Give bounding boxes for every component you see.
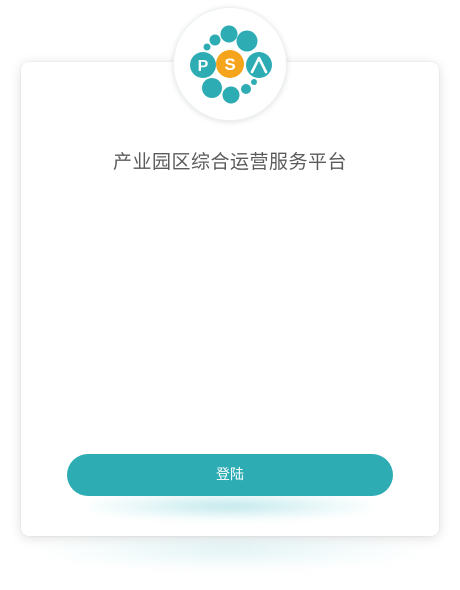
logo-bubble bbox=[241, 84, 251, 94]
psa-logo-graphic: P S bbox=[190, 25, 272, 104]
logo-letter-s: S bbox=[224, 55, 235, 74]
psa-logo: P S bbox=[173, 7, 287, 121]
login-button[interactable]: 登陆 bbox=[67, 454, 393, 496]
logo-bubble bbox=[203, 43, 211, 51]
page-title: 产业园区综合运营服务平台 bbox=[112, 151, 347, 173]
logo-bubble bbox=[209, 34, 221, 46]
logo-bubble bbox=[251, 79, 257, 85]
logo-circle-a bbox=[246, 52, 272, 78]
logo-bubble bbox=[222, 86, 240, 104]
login-page: P S 产业园区综合运营服务平台 登陆 bbox=[0, 0, 460, 590]
login-button-shadow bbox=[90, 492, 370, 520]
logo-bubble bbox=[236, 30, 258, 52]
card-shadow bbox=[40, 530, 420, 570]
logo-bubble bbox=[220, 25, 238, 43]
logo-bubble bbox=[202, 78, 222, 98]
logo-letter-p: P bbox=[198, 58, 209, 75]
